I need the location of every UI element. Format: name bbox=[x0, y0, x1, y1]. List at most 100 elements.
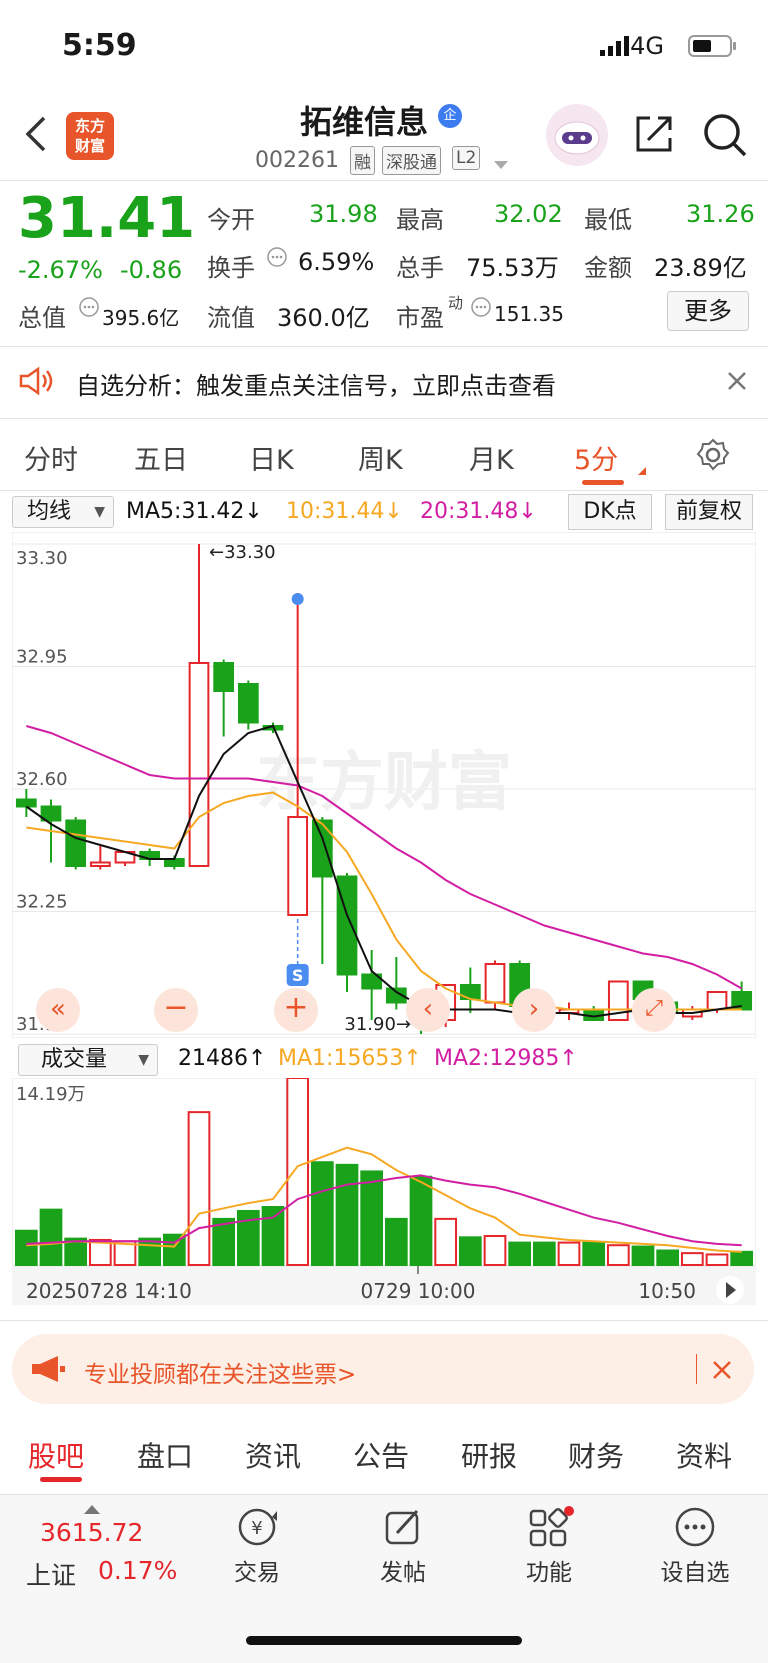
volume-bar bbox=[532, 1241, 556, 1266]
tab-announcements[interactable]: 公告 bbox=[353, 1435, 409, 1475]
tab-five-day[interactable]: 五日 bbox=[134, 438, 188, 477]
volume-bar bbox=[187, 1111, 211, 1266]
volume-indicator-select[interactable]: 成交量 ▼ bbox=[18, 1044, 158, 1076]
scroll-right-button[interactable]: › bbox=[512, 988, 556, 1032]
last-price: 31.41 bbox=[18, 186, 196, 251]
volume-bar bbox=[384, 1217, 408, 1266]
volume-label: 总手 bbox=[396, 254, 444, 282]
nav-post[interactable]: 发帖 bbox=[348, 1505, 458, 1595]
status-time: 5:59 bbox=[62, 28, 137, 63]
tab-forum[interactable]: 股吧 bbox=[28, 1435, 84, 1475]
amount-value: 23.89亿 bbox=[654, 254, 747, 282]
open-value: 31.98 bbox=[309, 200, 378, 228]
tab-week-k[interactable]: 周K bbox=[358, 438, 403, 477]
volume-bar bbox=[409, 1175, 433, 1266]
volume-chart[interactable]: 14.19万 20250728 14:10 0729 10:00 10:50 bbox=[12, 1078, 756, 1318]
settings-gear-icon[interactable] bbox=[696, 438, 730, 476]
tab-5min[interactable]: 5分 bbox=[574, 438, 618, 477]
forward-adjust-button[interactable]: 前复权 bbox=[665, 494, 753, 530]
volume-bar bbox=[310, 1161, 334, 1266]
nav-add-watchlist-label: 设自选 bbox=[660, 1560, 730, 1586]
candle-body bbox=[706, 991, 728, 1011]
tab-month-k[interactable]: 月K bbox=[469, 438, 514, 477]
stock-code: 002261 bbox=[255, 148, 339, 173]
speaker-icon bbox=[18, 366, 58, 400]
candle-body bbox=[89, 861, 111, 867]
candle-body bbox=[484, 963, 506, 1004]
zoom-out-button[interactable]: − bbox=[154, 988, 198, 1032]
zoom-in-button[interactable]: + bbox=[274, 988, 318, 1032]
network-type: 4G bbox=[630, 32, 664, 60]
change-amount: -0.86 bbox=[120, 256, 183, 284]
y-tick-label: 32.60 bbox=[16, 769, 68, 790]
signal-dot bbox=[291, 593, 304, 605]
tag-l2: L2 bbox=[452, 146, 481, 170]
max-price-label: ←33.30 bbox=[209, 542, 276, 563]
dropdown-icon[interactable] bbox=[494, 156, 508, 175]
dk-point-button[interactable]: DK点 bbox=[568, 494, 652, 530]
more-button[interactable]: 更多 bbox=[667, 291, 749, 331]
volume-bar bbox=[335, 1163, 359, 1266]
nav-functions-label: 功能 bbox=[526, 1560, 572, 1586]
ma-select[interactable]: 均线 ▼ bbox=[12, 496, 114, 528]
assistant-avatar[interactable] bbox=[546, 104, 608, 166]
divider bbox=[0, 180, 768, 181]
volume-bar bbox=[606, 1244, 630, 1267]
tab-timeshare[interactable]: 分时 bbox=[24, 438, 78, 477]
tab-research[interactable]: 研报 bbox=[461, 1435, 517, 1475]
tag-connect: 深股通 bbox=[382, 146, 441, 175]
yuan-exchange-icon: ¥ bbox=[238, 1508, 277, 1546]
low-value: 31.26 bbox=[686, 200, 755, 228]
scroll-left-button[interactable]: ‹ bbox=[406, 988, 450, 1032]
candle-body bbox=[237, 683, 259, 724]
back-button[interactable] bbox=[22, 112, 62, 162]
tag-margin: 融 bbox=[350, 146, 375, 175]
info-icon[interactable] bbox=[470, 296, 492, 322]
float-value: 360.0亿 bbox=[277, 304, 370, 332]
close-icon[interactable] bbox=[726, 370, 748, 396]
volume-ma1: MA1:15653↑ bbox=[278, 1046, 422, 1071]
ad-text: 专业投顾都在关注这些票> bbox=[84, 1362, 357, 1388]
close-icon[interactable] bbox=[712, 1360, 732, 1384]
share-button[interactable] bbox=[632, 112, 676, 160]
change-percent: -2.67% bbox=[18, 256, 103, 284]
chevron-left-icon bbox=[25, 116, 46, 152]
alert-text: 自选分析：触发重点关注信号，立即点击查看 bbox=[76, 372, 556, 400]
tab-orderbook[interactable]: 盘口 bbox=[137, 1435, 193, 1475]
index-change: 0.17% bbox=[98, 1556, 178, 1585]
fullscreen-button[interactable]: ⤢ bbox=[632, 988, 676, 1032]
svg-text:¥: ¥ bbox=[251, 1518, 262, 1539]
volume-bar bbox=[557, 1241, 581, 1266]
fast-backward-button[interactable]: « bbox=[36, 988, 80, 1032]
candle-body bbox=[311, 819, 333, 878]
candle-body bbox=[287, 816, 309, 916]
nav-post-label: 发帖 bbox=[380, 1560, 426, 1586]
search-button[interactable] bbox=[702, 112, 748, 162]
x-axis-label: 10:50 bbox=[638, 1279, 696, 1303]
ma5-value: MA5:31.42↓ bbox=[126, 499, 263, 524]
nav-trade[interactable]: ¥ 交易 bbox=[202, 1505, 312, 1595]
volume-bar bbox=[14, 1229, 38, 1266]
info-icon[interactable] bbox=[266, 246, 288, 272]
tab-news[interactable]: 资讯 bbox=[245, 1435, 301, 1475]
corp-badge-icon: 企 bbox=[438, 104, 462, 128]
volume-bar bbox=[286, 1078, 310, 1266]
chevron-down-icon: ▼ bbox=[94, 504, 105, 520]
index-value: 3615.72 bbox=[40, 1518, 144, 1547]
turnover-value: 6.59% bbox=[298, 248, 375, 276]
tab-financials[interactable]: 财务 bbox=[568, 1435, 624, 1475]
ma20-value: 20:31.48↓ bbox=[420, 499, 537, 524]
tab-active-indicator bbox=[40, 1477, 82, 1482]
candlestick-chart[interactable]: 33.3032.9532.6032.2531.90东方财富←33.3031.90… bbox=[12, 532, 756, 1038]
open-label: 今开 bbox=[207, 206, 255, 234]
divider bbox=[696, 1354, 697, 1384]
nav-functions[interactable]: 功能 bbox=[494, 1505, 604, 1595]
nav-add-watchlist[interactable]: 设自选 bbox=[640, 1505, 750, 1595]
tab-day-k[interactable]: 日K bbox=[249, 438, 294, 477]
signal-badge-label: S bbox=[292, 966, 304, 985]
info-icon[interactable] bbox=[78, 296, 100, 322]
candle-body bbox=[213, 662, 235, 692]
tab-profile[interactable]: 资料 bbox=[676, 1435, 732, 1475]
brand-logo: 东方 财富 bbox=[66, 112, 114, 160]
volume-bar bbox=[261, 1206, 285, 1266]
